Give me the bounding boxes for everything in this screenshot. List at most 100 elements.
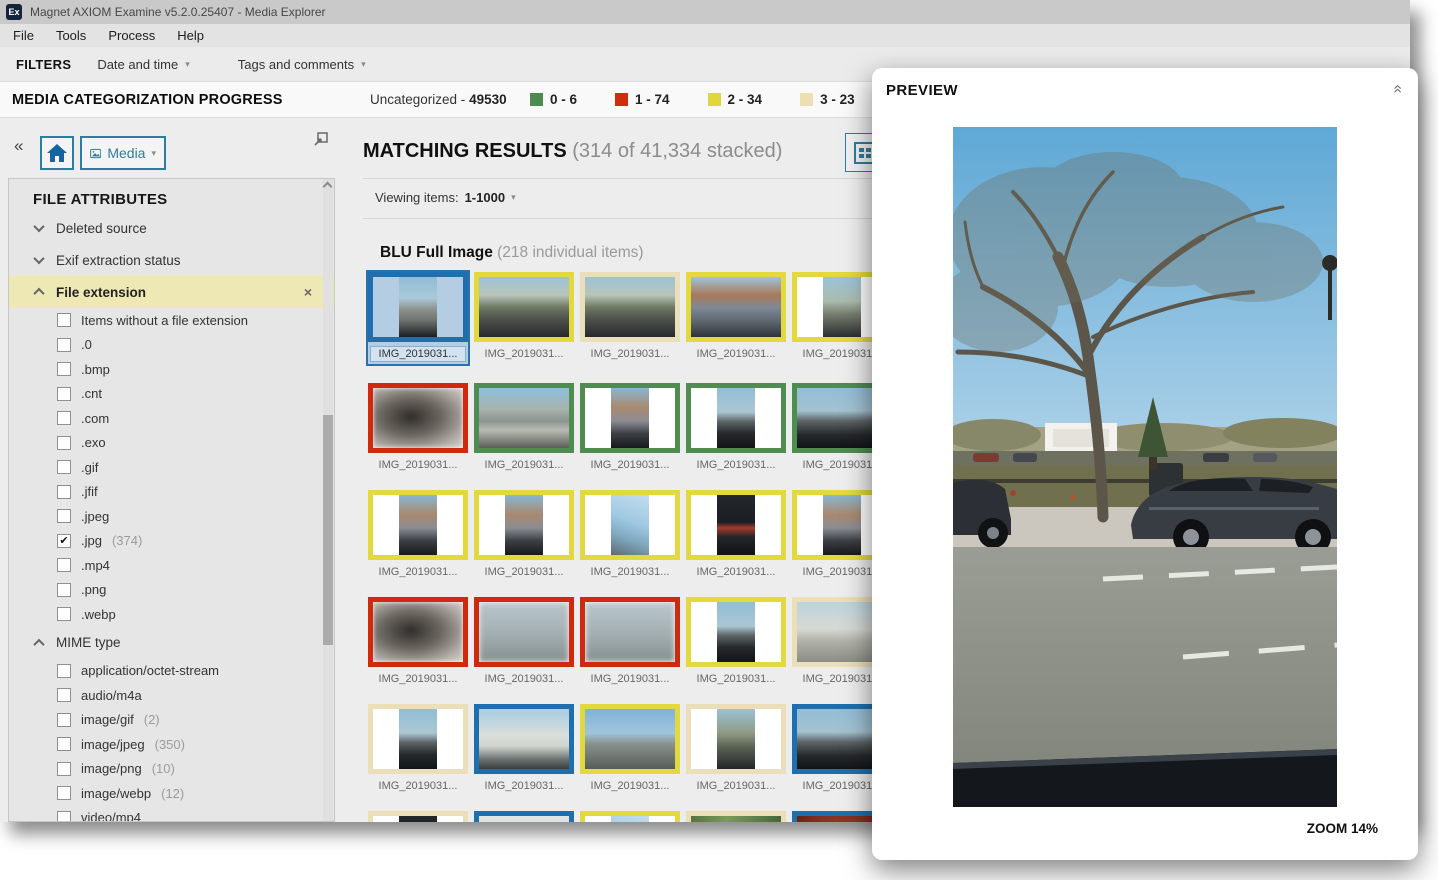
checkbox[interactable] (57, 436, 71, 450)
thumbnail[interactable] (686, 272, 786, 342)
thumbnail[interactable] (474, 490, 574, 560)
filter-group-exif-extraction-status[interactable]: Exif extraction status (9, 244, 334, 276)
checkbox[interactable] (57, 411, 71, 425)
filter-group-file-extension[interactable]: File extension× (9, 276, 334, 308)
thumbnail[interactable] (686, 597, 786, 667)
thumbnail[interactable] (474, 811, 574, 822)
thumbnail[interactable] (580, 597, 680, 667)
thumbnail-item[interactable]: IMG_2019031... (368, 811, 468, 822)
filter-option[interactable]: image/png(10) (9, 757, 334, 782)
thumbnail[interactable] (580, 704, 680, 774)
filter-option[interactable]: audio/m4a (9, 683, 334, 708)
filter-option[interactable]: image/gif(2) (9, 708, 334, 733)
menu-item-help[interactable]: Help (166, 24, 215, 47)
collapse-sidebar-button[interactable]: « (14, 136, 23, 156)
menu-item-process[interactable]: Process (97, 24, 166, 47)
filter-option[interactable]: .com (9, 406, 334, 431)
close-icon[interactable]: × (304, 284, 312, 300)
thumbnail-item[interactable]: IMG_2019031... (580, 272, 680, 364)
checkbox[interactable] (57, 688, 71, 702)
thumbnail[interactable] (474, 597, 574, 667)
checkbox[interactable] (57, 485, 71, 499)
filter-group-deleted-source[interactable]: Deleted source (9, 212, 334, 244)
thumbnail[interactable] (368, 704, 468, 774)
thumbnail-item[interactable]: IMG_2019031... (474, 597, 574, 685)
filter-option[interactable]: .webp (9, 602, 334, 627)
thumbnail-item[interactable]: IMG_2019031... (580, 811, 680, 822)
checkbox[interactable] (57, 786, 71, 800)
thumbnail-item[interactable]: IMG_2019031... (474, 383, 574, 471)
thumbnail[interactable] (686, 811, 786, 822)
thumbnail-item[interactable]: IMG_2019031... (686, 704, 786, 792)
thumbnail[interactable] (686, 490, 786, 560)
checkbox[interactable] (57, 583, 71, 597)
checkbox[interactable] (57, 811, 71, 822)
filter-option[interactable]: .mp4 (9, 553, 334, 578)
thumbnail[interactable] (368, 490, 468, 560)
popout-icon[interactable] (312, 130, 330, 148)
thumbnail-item[interactable]: IMG_2019031... (686, 272, 786, 364)
filter-dropdown[interactable]: Tags and comments▾ (238, 57, 366, 72)
checkbox[interactable] (57, 338, 71, 352)
checkbox[interactable] (57, 558, 71, 572)
thumbnail-item[interactable]: IMG_2019031... (474, 704, 574, 792)
thumbnail-item[interactable]: IMG_2019031... (368, 490, 468, 578)
thumbnail[interactable] (580, 490, 680, 560)
checkbox[interactable] (57, 737, 71, 751)
viewing-items-control[interactable]: Viewing items: 1-1000 ▾ (375, 190, 516, 205)
media-view-button[interactable]: Media ▾ (80, 136, 166, 170)
checkbox[interactable] (57, 762, 71, 776)
thumbnail[interactable] (580, 811, 680, 822)
checkbox[interactable] (57, 362, 71, 376)
filter-dropdown[interactable]: Date and time▾ (97, 57, 189, 72)
thumbnail-item[interactable]: IMG_2019031... (474, 272, 574, 364)
thumbnail[interactable] (368, 811, 468, 822)
filter-option[interactable]: .jfif (9, 480, 334, 505)
checkbox[interactable] (57, 664, 71, 678)
filter-option[interactable]: video/mp4 (9, 806, 334, 823)
thumbnail-item[interactable]: IMG_2019031... (368, 383, 468, 471)
thumbnail-item[interactable]: IMG_2019031... (686, 490, 786, 578)
thumbnail[interactable] (474, 272, 574, 342)
checkbox[interactable] (57, 713, 71, 727)
thumbnail-item[interactable]: IMG_2019031... (474, 811, 574, 822)
thumbnail[interactable] (368, 597, 468, 667)
collapse-preview-icon[interactable]: « (1389, 85, 1407, 94)
menu-item-tools[interactable]: Tools (45, 24, 97, 47)
checkbox[interactable] (57, 509, 71, 523)
checkbox[interactable]: ✔ (57, 534, 71, 548)
thumbnail-item[interactable]: IMG_2019031... (580, 597, 680, 685)
filter-option[interactable]: .png (9, 578, 334, 603)
thumbnail-item[interactable]: IMG_2019031... (580, 704, 680, 792)
thumbnail-item[interactable]: IMG_2019031... (474, 490, 574, 578)
thumbnail[interactable] (368, 383, 468, 453)
checkbox[interactable] (57, 387, 71, 401)
filter-option[interactable]: application/octet-stream (9, 659, 334, 684)
filter-option[interactable]: ✔.jpg(374) (9, 529, 334, 554)
checkbox[interactable] (57, 607, 71, 621)
thumbnail-item[interactable]: IMG_2019031... (368, 597, 468, 685)
thumbnail-item[interactable]: IMG_2019031... (580, 383, 680, 471)
thumbnail[interactable] (474, 704, 574, 774)
filter-option[interactable]: .0 (9, 333, 334, 358)
thumbnail-item[interactable]: IMG_2019031... (368, 704, 468, 792)
menu-item-file[interactable]: File (2, 24, 45, 47)
thumbnail[interactable] (474, 383, 574, 453)
filter-option[interactable]: .exo (9, 431, 334, 456)
thumbnail[interactable] (686, 704, 786, 774)
sidebar-scrollbar[interactable] (323, 179, 333, 821)
thumbnail[interactable] (580, 383, 680, 453)
filter-option[interactable]: .gif (9, 455, 334, 480)
thumbnail-item[interactable]: IMG_2019031... (686, 383, 786, 471)
thumbnail-item[interactable]: IMG_2019031... (686, 597, 786, 685)
thumbnail-item[interactable]: IMG_2019031... (580, 490, 680, 578)
thumbnail[interactable] (368, 272, 468, 342)
thumbnail-item[interactable]: IMG_2019031... (368, 272, 468, 364)
scrollbar-thumb[interactable] (323, 415, 333, 645)
thumbnail-item[interactable]: IMG_2019031... (686, 811, 786, 822)
filter-option[interactable]: .bmp (9, 357, 334, 382)
home-button[interactable] (40, 136, 74, 170)
filter-option[interactable]: image/webp(12) (9, 781, 334, 806)
filter-group-mime-type[interactable]: MIME type (9, 627, 334, 659)
checkbox[interactable] (57, 313, 71, 327)
